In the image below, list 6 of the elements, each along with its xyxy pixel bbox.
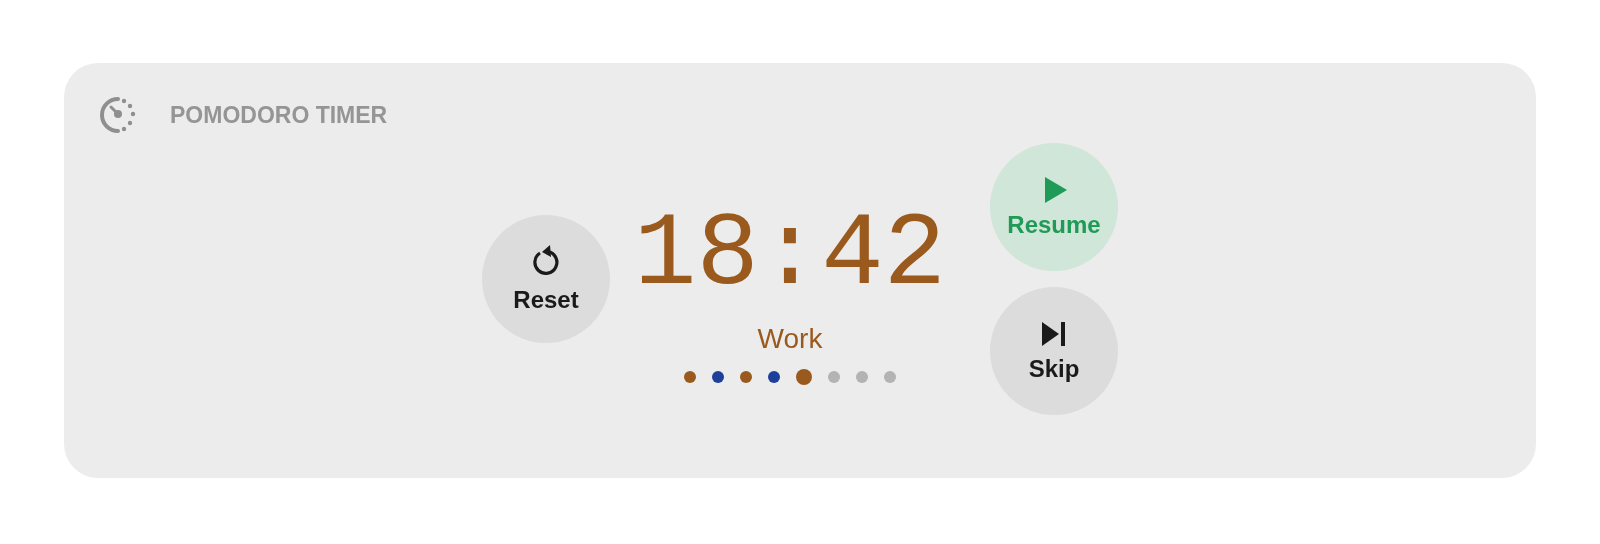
time-display: 18:42 — [633, 203, 947, 307]
app-title: POMODORO TIMER — [170, 101, 388, 129]
skip-button[interactable]: Skip — [990, 287, 1118, 415]
reset-button[interactable]: Reset — [482, 215, 610, 343]
phase-label: Work — [757, 323, 823, 355]
timer-icon — [98, 95, 138, 135]
